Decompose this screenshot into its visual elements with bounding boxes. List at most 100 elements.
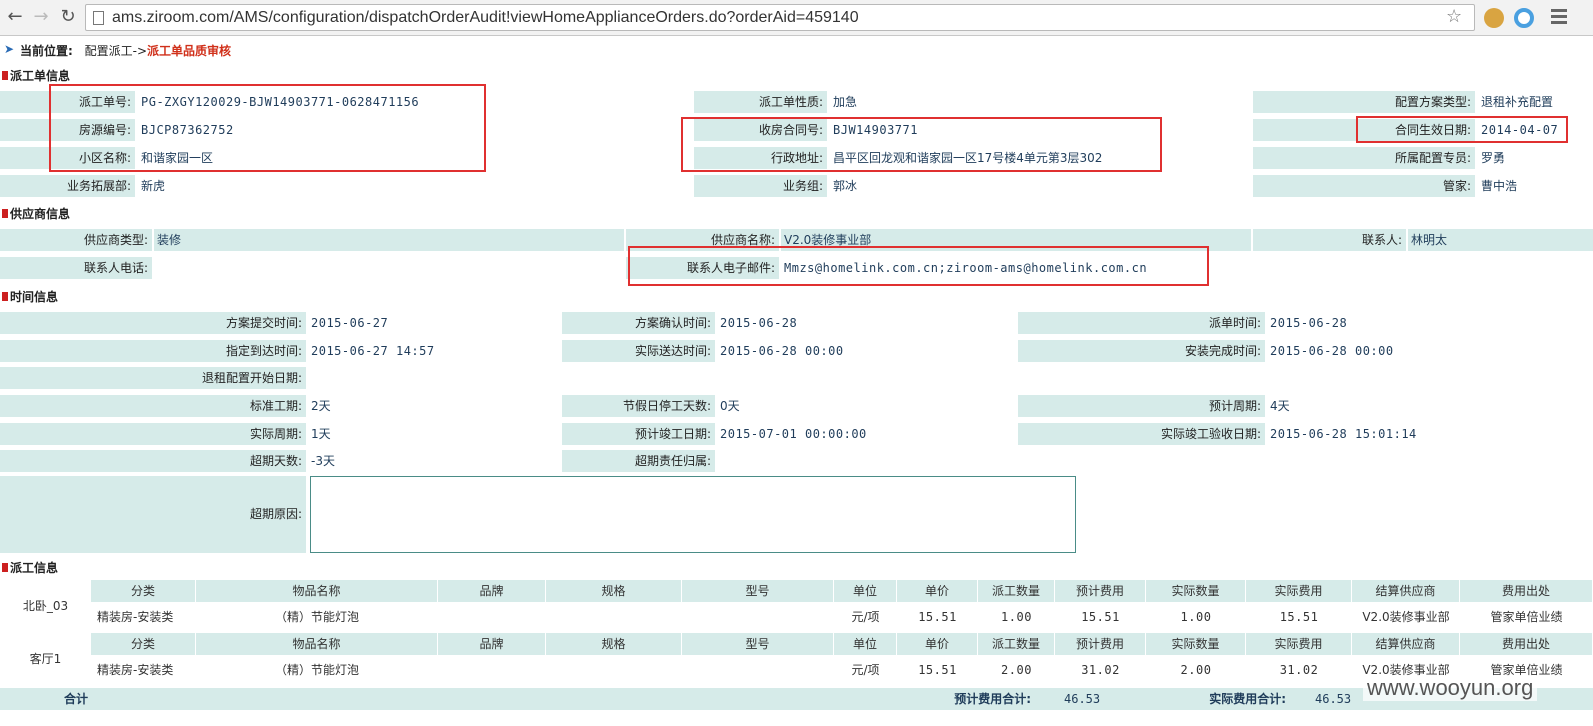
group-value: 郭冰	[833, 179, 858, 193]
highlight-box	[49, 84, 486, 172]
table-header-cell: 派工数量	[978, 580, 1055, 602]
supplier-type-value: 装修	[154, 229, 624, 251]
table-header-cell: 单价	[897, 580, 978, 602]
cookie-extension-icon[interactable]	[1484, 8, 1504, 28]
table-cell: 1.00	[1180, 610, 1212, 624]
breadcrumb-prefix: 当前位置:	[20, 44, 73, 58]
section-supplier-info: 供应商信息	[0, 204, 1593, 224]
table-header-cell: 型号	[682, 580, 834, 602]
plan-type-value: 退租补充配置	[1481, 95, 1554, 109]
table-cell: 15.51	[1081, 610, 1120, 624]
table-header-cell: 品牌	[438, 633, 546, 655]
table-header-cell: 物品名称	[196, 633, 438, 655]
table-header-cell: 实际数量	[1146, 633, 1246, 655]
table-header-cell: 实际费用	[1246, 633, 1352, 655]
actual-accept-value: 2015-06-28 15:01:14	[1270, 427, 1417, 441]
overdue-days-value: -3天	[311, 454, 335, 468]
table-header-cell: 分类	[91, 633, 196, 655]
table-cell: 31.02	[1081, 663, 1120, 677]
submit-time-value: 2015-06-27	[311, 316, 389, 330]
dispatch-table: 北卧_03 分类 精装房-安装类 物品名称 （精）节能灯泡 品牌 规格 型号 单位 元/项 单价 15…	[0, 580, 1593, 726]
reload-icon[interactable]: ↻	[57, 6, 79, 28]
plan-type-label: 配置方案类型:	[1253, 91, 1475, 113]
section-time-info: 时间信息	[0, 287, 1593, 307]
contact-phone-value	[154, 257, 624, 279]
est-period-value: 4天	[1270, 399, 1290, 413]
overdue-resp-value	[717, 450, 1012, 472]
table-header-cell: 单位	[834, 633, 897, 655]
table-header-cell: 结算供应商	[1352, 633, 1460, 655]
section-title: 供应商信息	[10, 207, 71, 221]
table-header-cell: 预计费用	[1055, 580, 1146, 602]
table-cell: 2.00	[1001, 663, 1032, 677]
section-title: 派工信息	[10, 561, 59, 575]
est-finish-value: 2015-07-01 00:00:00	[720, 427, 867, 441]
steward-label: 管家:	[1253, 175, 1475, 197]
specialist-label: 所属配置专员:	[1253, 147, 1475, 169]
table-cell: （精）节能灯泡	[274, 610, 359, 624]
table-header-cell: 预计费用	[1055, 633, 1146, 655]
est-period-label: 预计周期:	[1018, 395, 1265, 417]
table-cell	[438, 604, 546, 630]
dispatch-time-label: 派单时间:	[1018, 312, 1265, 334]
confirm-time-value: 2015-06-28	[720, 316, 798, 330]
overdue-reason-label: 超期原因:	[0, 476, 306, 553]
breadcrumb-arrow-icon: ➤	[4, 42, 15, 56]
table-cell: 元/项	[851, 663, 880, 677]
table-cell: 2.00	[1180, 663, 1212, 677]
supplier-type-label: 供应商类型:	[0, 229, 152, 251]
table-header-cell: 单价	[897, 633, 978, 655]
table-header-cell: 品牌	[438, 580, 546, 602]
table-header-cell: 实际费用	[1246, 580, 1352, 602]
table-header-cell: 实际数量	[1146, 580, 1246, 602]
table-cell: 15.51	[918, 610, 957, 624]
total-label: 合计	[63, 692, 88, 706]
table-header-cell: 分类	[91, 580, 196, 602]
breadcrumb: 当前位置: 配置派工->派工单品质审核	[20, 42, 231, 59]
dispatch-time-value: 2015-06-28	[1270, 316, 1348, 330]
est-total-label: 预计费用合计:	[954, 692, 1031, 706]
nature-value: 加急	[833, 95, 858, 109]
refund-start-label: 退租配置开始日期:	[0, 367, 306, 389]
submit-time-label: 方案提交时间:	[0, 312, 306, 334]
overdue-days-label: 超期天数:	[0, 450, 306, 472]
watermark: www.wooyun.org	[1363, 675, 1538, 701]
forward-arrow-icon[interactable]: →	[30, 6, 52, 28]
back-arrow-icon[interactable]: ←	[4, 6, 26, 28]
table-cell: 15.51	[918, 663, 957, 677]
std-period-value: 2天	[311, 399, 331, 413]
overdue-resp-label: 超期责任归属:	[562, 450, 715, 472]
delivered-time-value: 2015-06-28 00:00	[720, 344, 844, 358]
table-cell: 31.02	[1279, 663, 1319, 677]
actual-total-label: 实际费用合计:	[1209, 692, 1286, 706]
table-cell	[682, 657, 834, 683]
table-cell	[546, 604, 682, 630]
table-header-cell: 单位	[834, 580, 897, 602]
extension-circle-icon[interactable]	[1514, 8, 1534, 28]
table-cell: V2.0装修事业部	[1362, 610, 1450, 624]
dept-label: 业务拓展部:	[0, 175, 135, 197]
nature-label: 派工单性质:	[694, 91, 827, 113]
table-header-cell: 派工数量	[978, 633, 1055, 655]
contact-value: 林明太	[1408, 229, 1593, 251]
highlight-box	[1356, 116, 1568, 143]
table-cell: 管家单倍业绩	[1490, 610, 1563, 624]
section-title: 时间信息	[10, 290, 59, 304]
actual-period-label: 实际周期:	[0, 423, 306, 445]
breadcrumb-path[interactable]: 配置派工->	[85, 44, 147, 58]
bookmark-star-icon[interactable]: ☆	[1446, 6, 1462, 27]
address-bar[interactable]: ams.ziroom.com/AMS/configuration/dispatc…	[85, 4, 1475, 31]
section-order-info: 派工单信息	[0, 66, 1593, 86]
group-label: 业务组:	[694, 175, 827, 197]
table-header-cell: 物品名称	[196, 580, 438, 602]
url-text: ams.ziroom.com/AMS/configuration/dispatc…	[112, 9, 859, 26]
arrive-time-label: 指定到达时间:	[0, 340, 306, 362]
actual-accept-label: 实际竣工验收日期:	[1018, 423, 1265, 445]
table-cell: 15.51	[1279, 610, 1319, 624]
menu-icon[interactable]	[1551, 9, 1567, 25]
highlight-box	[681, 117, 1162, 172]
table-cell: 精装房-安装类	[97, 610, 174, 624]
table-header-cell: 型号	[682, 633, 834, 655]
std-period-label: 标准工期:	[0, 395, 306, 417]
overdue-reason-textarea[interactable]	[310, 476, 1076, 553]
